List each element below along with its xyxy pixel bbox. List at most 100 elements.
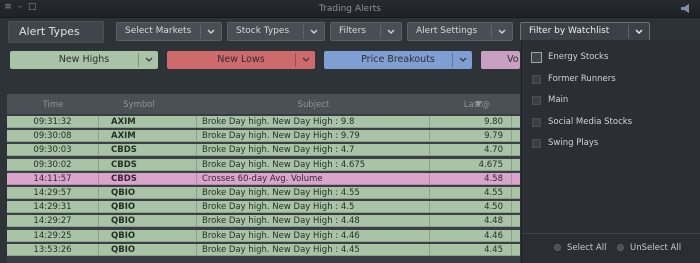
watchlist-item[interactable]: Former Runners [530, 73, 690, 87]
select-markets-button[interactable]: Select Markets [116, 22, 222, 41]
row-time: 09:30:03 [7, 144, 99, 157]
quick-filter-volume[interactable]: Vo [481, 51, 520, 69]
filters-button[interactable]: Filters [330, 22, 402, 41]
row-time: 09:31:32 [7, 116, 99, 128]
watchlist-item[interactable]: Main [530, 94, 690, 108]
table-row[interactable]: 14:29:57 QBIO Broke Day high. New Day High… [7, 187, 520, 199]
sort-down-icon[interactable] [475, 101, 482, 107]
filter-by-watchlist-button[interactable]: Filter by Watchlist [520, 22, 650, 41]
unselect-all-radio[interactable] [617, 244, 624, 251]
table-header: Time Symbol Subject Last@ [7, 94, 520, 115]
row-last: 4.58 [430, 172, 512, 185]
row-time: 14:29:31 [7, 201, 99, 214]
row-subject: Broke Day high. New Day High : 9.79 [197, 130, 430, 143]
stock-types-button[interactable]: Stock Types [227, 22, 325, 41]
column-header-symbol[interactable]: Symbol [99, 100, 179, 110]
quick-filter-new-highs[interactable]: New Highs [10, 51, 158, 69]
row-last: 4.48 [430, 215, 512, 228]
row-symbol: AXIM [99, 116, 197, 128]
watchlist-checkbox[interactable] [532, 96, 541, 105]
row-time: 14:29:57 [7, 187, 99, 199]
row-subject: Broke Day high. New Day High : 4.55 [197, 187, 430, 199]
column-header-time[interactable]: Time [7, 100, 99, 110]
megaphone-icon[interactable] [680, 3, 692, 14]
table-row[interactable]: 14:29:31 QBIO Broke Day high. New Day High… [7, 201, 520, 214]
table-row[interactable]: 14:29:25 QBIO Broke Day high. New Day High… [7, 229, 520, 242]
watchlist-checkbox[interactable] [532, 117, 541, 127]
chevron-down-icon [459, 57, 467, 62]
row-symbol: QBIO [99, 229, 197, 242]
filter-by-watchlist-label: Filter by Watchlist [529, 26, 610, 36]
watchlist-item[interactable]: Swing Plays [530, 137, 690, 151]
table-row[interactable]: 14:29:27 QBIO Broke Day high. New Day High… [7, 215, 520, 228]
row-subject: Broke Day high. New Day High : 4.5 [197, 201, 430, 214]
quick-filter-label: New Highs [58, 54, 110, 65]
table-row[interactable]: 09:30:03 CBDS Broke Day high. New Day High… [7, 144, 520, 157]
watchlist-checkbox[interactable] [531, 52, 542, 63]
table-row[interactable]: 09:31:32 AXIM Broke Day high. New Day High… [7, 116, 520, 128]
row-subject: Broke Day high. New Day High : 4.48 [197, 215, 430, 228]
row-time: 09:30:02 [7, 158, 99, 171]
watchlist-panel-footer: Select All UnSelect All [522, 233, 700, 263]
row-subject: Crosses 60-day Avg. Volume [197, 172, 430, 185]
row-subject: Broke Day high. New Day High : 4.7 [197, 144, 430, 157]
row-symbol: QBIO [99, 201, 197, 214]
watchlist-checkbox[interactable] [532, 139, 541, 148]
row-symbol: QBIO [99, 243, 197, 256]
quick-filter-label: Price Breakouts [361, 54, 435, 65]
table-row[interactable]: 09:30:08 AXIM Broke Day high. New Day High… [7, 130, 520, 143]
filters-label: Filters [339, 26, 366, 36]
watchlist-item-label: Main [548, 95, 569, 105]
row-symbol: AXIM [99, 130, 197, 143]
select-all-radio[interactable] [554, 244, 561, 251]
row-symbol: CBDS [99, 144, 197, 157]
select-all-label[interactable]: Select All [567, 243, 606, 253]
chevron-down-icon [635, 29, 643, 34]
row-time: 14:29:25 [7, 229, 99, 242]
row-symbol: QBIO [99, 187, 197, 199]
row-subject: Broke Day high. New Day High : 4.675 [197, 158, 430, 171]
table-row[interactable]: 14:11:57 CBDS Crosses 60-day Avg. Volume 4.… [7, 172, 520, 185]
alert-types-title: Alert Types [8, 21, 104, 43]
row-symbol: CBDS [99, 172, 197, 185]
quick-filter-price-breakouts[interactable]: Price Breakouts [324, 51, 472, 69]
watchlist-item[interactable]: Social Media Stocks [530, 116, 690, 130]
row-last: 4.675 [430, 158, 512, 171]
chevron-down-icon [302, 57, 310, 62]
row-last: 4.55 [430, 187, 512, 199]
column-header-subject[interactable]: Subject [197, 100, 430, 110]
row-last: 4.45 [430, 243, 512, 256]
row-symbol: QBIO [99, 215, 197, 228]
watchlist-item-label: Former Runners [548, 73, 616, 84]
table-row[interactable]: 09:30:02 CBDS Broke Day high. New Day High… [7, 158, 520, 171]
watchlist-item-label: Swing Plays [548, 138, 599, 148]
select-markets-label: Select Markets [125, 26, 192, 36]
watchlist-checkbox[interactable] [532, 74, 541, 84]
alert-settings-button[interactable]: Alert Settings [407, 22, 513, 41]
row-time: 13:53:26 [7, 243, 99, 256]
row-last: 9.80 [430, 116, 512, 128]
row-time: 14:29:27 [7, 215, 99, 228]
alert-settings-label: Alert Settings [416, 26, 478, 36]
title-bar: ≡ – □ Trading Alerts [0, 0, 700, 18]
row-last: 4.70 [430, 144, 512, 157]
chevron-down-icon [387, 29, 395, 34]
watchlist-dropdown-panel: Energy Stocks Former Runners Main Social Me… [521, 40, 700, 263]
quick-filter-label: New Lows [217, 54, 265, 65]
quick-filter-new-lows[interactable]: New Lows [167, 51, 315, 69]
chevron-down-icon [310, 29, 318, 34]
row-time: 09:30:08 [7, 130, 99, 143]
chevron-down-icon [207, 29, 215, 34]
row-symbol: CBDS [99, 158, 197, 171]
row-subject: Broke Day high. New Day High : 4.46 [197, 229, 430, 242]
row-subject: Broke Day high. New Day High : 4.45 [197, 243, 430, 256]
row-last: 4.46 [430, 229, 512, 242]
watchlist-item-label: Social Media Stocks [548, 116, 633, 127]
stock-types-label: Stock Types [236, 26, 290, 36]
row-subject: Broke Day high. New Day High : 9.8 [197, 116, 430, 128]
watchlist-item[interactable]: Energy Stocks [530, 51, 690, 65]
alerts-table: Time Symbol Subject Last@ 09:31:32 AXIM Br… [7, 94, 520, 263]
unselect-all-label[interactable]: UnSelect All [630, 243, 681, 253]
table-row[interactable]: 13:53:26 QBIO Broke Day high. New Day High… [7, 243, 520, 256]
window-title: Trading Alerts [319, 4, 381, 14]
